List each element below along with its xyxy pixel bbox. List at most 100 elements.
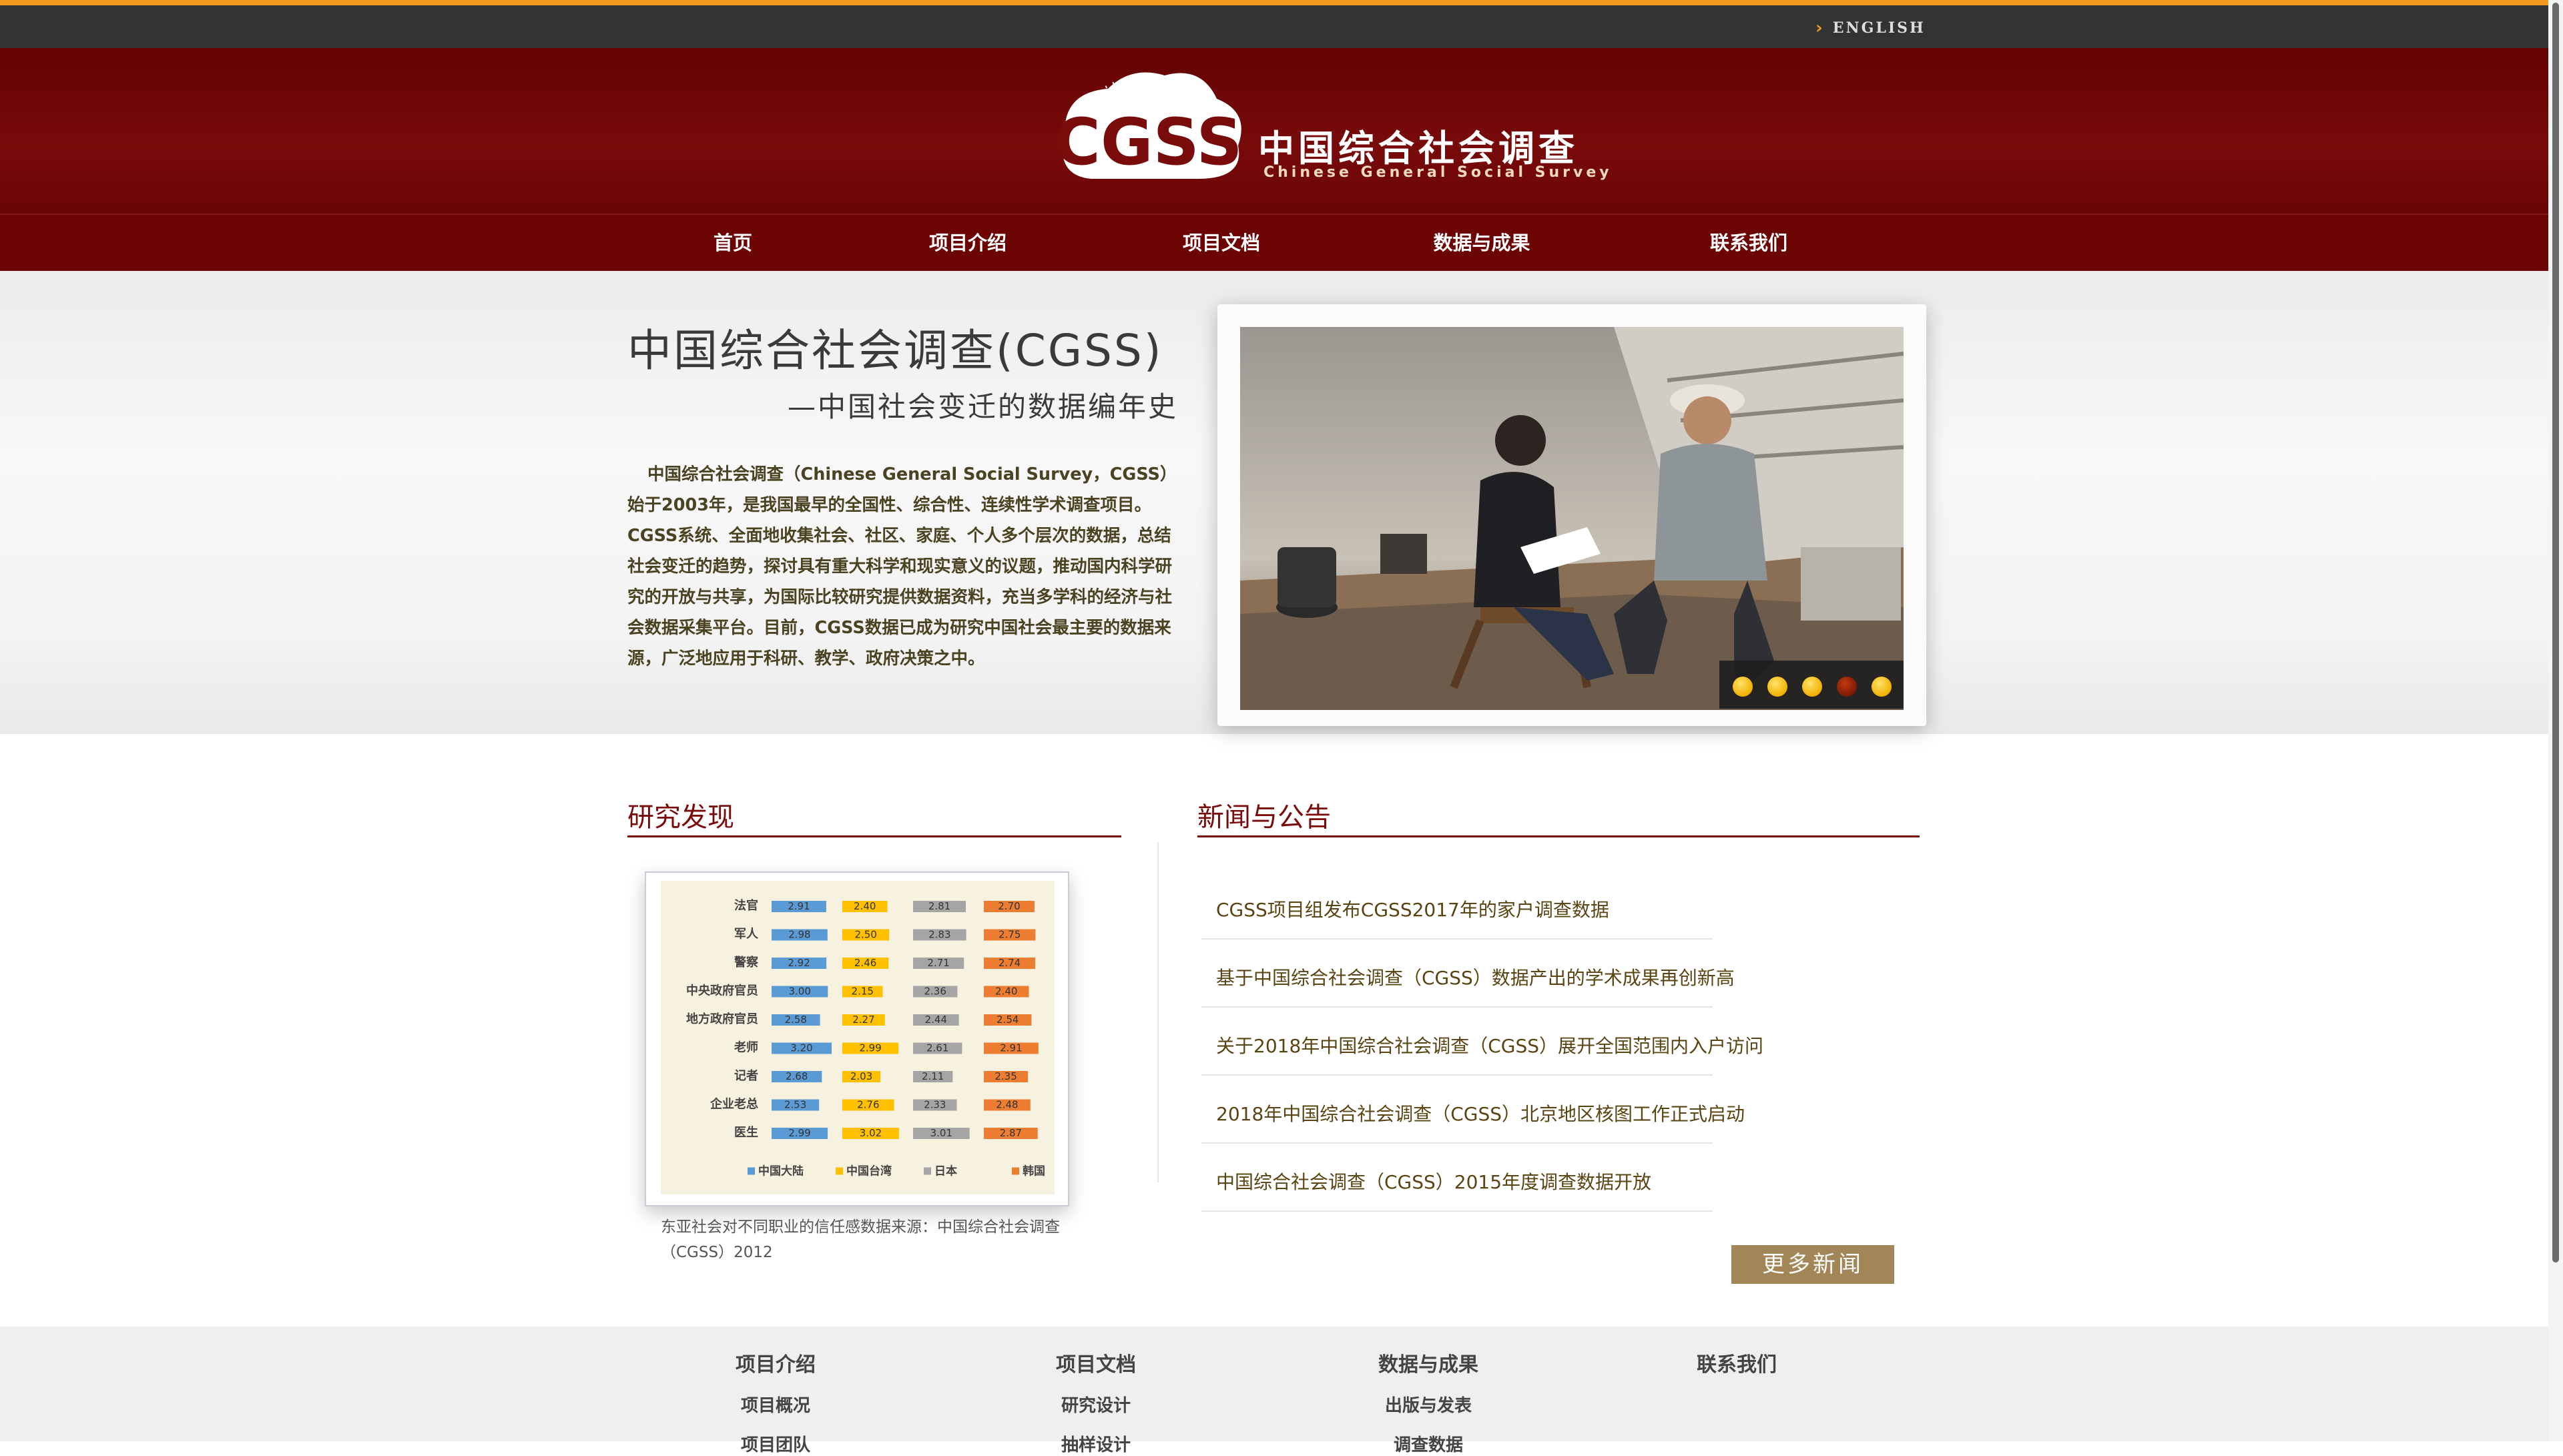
news-item-title[interactable]: 基于中国综合社会调查（CGSS）数据产出的学术成果再创新高: [1216, 964, 1735, 990]
chart-data-label: 2.71: [927, 957, 949, 969]
top-bar: [0, 5, 2563, 48]
slider-dot-4[interactable]: [1837, 677, 1857, 697]
chart-data-label: 3.00: [788, 986, 810, 998]
nav-about[interactable]: 项目介绍: [914, 215, 1021, 271]
footer-col-data: 数据与成果 出版与发表 调查数据: [1355, 1327, 1502, 1456]
chart-data-label: 2.87: [1000, 1127, 1022, 1139]
news-item-title[interactable]: 2018年中国综合社会调查（CGSS）北京地区核图工作正式启动: [1216, 1100, 1745, 1126]
nav-home[interactable]: 首页: [699, 215, 766, 271]
research-title-rule: [627, 835, 1121, 837]
news-item[interactable]: 中国综合社会调查（CGSS）2015年度调查数据开放: [1201, 1145, 1713, 1212]
nav-data-results[interactable]: 数据与成果: [1422, 215, 1542, 271]
nav-documents[interactable]: 项目文档: [1168, 215, 1275, 271]
chart-category-label: 老师: [734, 1040, 758, 1055]
scrollbar-thumb[interactable]: [2552, 3, 2559, 1262]
nav-contact[interactable]: 联系我们: [1695, 215, 1802, 271]
footer-heading[interactable]: 联系我们: [1663, 1348, 1810, 1377]
footer-link[interactable]: 项目团队: [702, 1431, 849, 1456]
hero-subtitle: —中国社会变迁的数据编年史: [788, 390, 1179, 423]
chart-data-label: 2.54: [996, 1014, 1019, 1026]
chart-data-label: 2.40: [995, 986, 1017, 998]
english-link[interactable]: › ENGLISH: [1815, 15, 1926, 41]
slider-dot-3[interactable]: [1802, 677, 1822, 697]
footer-link[interactable]: 研究设计: [1023, 1392, 1169, 1417]
logo-english-name: Chinese General Social Survey: [1263, 164, 1613, 181]
hero-description: 中国综合社会调查（Chinese General Social Survey，C…: [627, 464, 1177, 669]
news-item-title[interactable]: CGSS项目组发布CGSS2017年的家户调查数据: [1216, 895, 1609, 922]
chart-data-label: 2.98: [788, 929, 810, 941]
news-title: 新闻与公告: [1197, 802, 1331, 833]
hero-section: 中国综合社会调查(CGSS) —中国社会变迁的数据编年史 中国综合社会调查（Ch…: [0, 271, 2563, 734]
top-accent-line: [0, 0, 2563, 5]
footer-heading[interactable]: 项目介绍: [702, 1348, 849, 1377]
chart-data-label: 2.91: [788, 900, 810, 912]
hero-title: 中国综合社会调查(CGSS): [627, 325, 1163, 376]
footer-link[interactable]: 调查数据: [1355, 1431, 1502, 1456]
site-header: CGSS 中国综合社会调查 Chinese General Social Sur…: [0, 48, 2563, 214]
slider-dot-1[interactable]: [1733, 677, 1753, 697]
chart-legend-label: 日本: [934, 1164, 957, 1178]
chart-data-label: 2.99: [788, 1127, 810, 1139]
chart-data-label: 2.61: [926, 1042, 948, 1054]
chart-data-label: 3.01: [930, 1127, 952, 1139]
site-footer: 项目介绍 项目概况 项目团队 项目文档 研究设计 抽样设计 数据与成果 出版与发…: [0, 1327, 2563, 1455]
cgss-logo-mark-icon: CGSS: [1053, 72, 1243, 179]
news-item[interactable]: 基于中国综合社会调查（CGSS）数据产出的学术成果再创新高: [1201, 941, 1735, 1008]
chart-data-label: 2.40: [854, 900, 876, 912]
footer-link[interactable]: 抽样设计: [1023, 1431, 1169, 1456]
chart-data-label: 2.15: [852, 986, 874, 998]
chart-data-label: 2.70: [998, 900, 1020, 912]
chart-data-label: 2.92: [788, 957, 810, 969]
chart-legend-swatch: [1012, 1167, 1019, 1175]
more-news-button[interactable]: 更多新闻: [1731, 1245, 1894, 1284]
chart-data-label: 2.48: [996, 1099, 1018, 1111]
news-item-title[interactable]: 关于2018年中国综合社会调查（CGSS）展开全国范围内入户访问: [1216, 1032, 1763, 1058]
research-title: 研究发现: [627, 802, 734, 833]
footer-link[interactable]: 出版与发表: [1355, 1392, 1502, 1417]
slider-dot-5[interactable]: [1872, 677, 1892, 697]
logo-text: CGSS: [1053, 105, 1242, 179]
chart-category-label: 地方政府官员: [686, 1012, 758, 1026]
news-item[interactable]: 2018年中国综合社会调查（CGSS）北京地区核图工作正式启动: [1201, 1077, 1745, 1144]
site-logo[interactable]: CGSS 中国综合社会调查 Chinese General Social Sur…: [1038, 52, 1609, 206]
chart-data-label: 2.33: [924, 1099, 946, 1111]
section-divider: [1157, 842, 1159, 1182]
footer-col-about: 项目介绍 项目概况 项目团队: [702, 1327, 849, 1456]
chart-data-label: 2.99: [859, 1042, 881, 1054]
research-chart-card[interactable]: 法官 2.91 2.40 2.81 2.70 军人 2.98 2.50 2.83 2.75 警察 2.…: [645, 871, 1069, 1206]
chart-data-label: 2.68: [786, 1070, 808, 1082]
news-item-title[interactable]: 中国综合社会调查（CGSS）2015年度调查数据开放: [1216, 1168, 1651, 1194]
chart-category-label: 医生: [734, 1125, 758, 1140]
chart-legend-label: 中国大陆: [758, 1164, 804, 1178]
news-title-rule: [1197, 835, 1920, 837]
chart-legend-swatch: [924, 1167, 931, 1175]
footer-link[interactable]: 项目概况: [702, 1392, 849, 1417]
chart-data-label: 2.03: [850, 1070, 872, 1082]
chart-data-label: 3.20: [790, 1042, 812, 1054]
english-link-label: ENGLISH: [1832, 19, 1926, 37]
chart-data-label: 2.36: [924, 986, 946, 998]
chart-data-label: 2.76: [857, 1099, 879, 1111]
chart-data-label: 3.02: [860, 1127, 882, 1139]
main-nav: 首页 项目介绍 项目文档 数据与成果 联系我们: [0, 214, 2563, 271]
footer-heading[interactable]: 项目文档: [1023, 1348, 1169, 1377]
chart-data-label: 2.11: [922, 1070, 944, 1082]
chart-data-label: 2.91: [1000, 1042, 1022, 1054]
chart-data-label: 2.35: [994, 1070, 1017, 1082]
footer-col-documents: 项目文档 研究设计 抽样设计: [1023, 1327, 1169, 1456]
chart-legend-label: 韩国: [1023, 1164, 1045, 1178]
footer-heading[interactable]: 数据与成果: [1355, 1348, 1502, 1377]
slider-dots: [1719, 661, 1904, 709]
slider-dot-2[interactable]: [1767, 677, 1787, 697]
chart-legend-label: 中国台湾: [846, 1164, 892, 1178]
slider-photo[interactable]: [1240, 327, 1904, 710]
footer-col-contact: 联系我们: [1663, 1327, 1810, 1377]
news-item[interactable]: 关于2018年中国综合社会调查（CGSS）展开全国范围内入户访问: [1201, 1009, 1763, 1076]
chart-category-label: 中央政府官员: [686, 984, 758, 998]
chart-data-label: 2.83: [928, 929, 950, 941]
news-item[interactable]: CGSS项目组发布CGSS2017年的家户调查数据: [1201, 873, 1713, 940]
chart-data-label: 2.50: [854, 929, 876, 941]
chevron-right-icon: ›: [1815, 18, 1825, 38]
chart-panel: 法官 2.91 2.40 2.81 2.70 军人 2.98 2.50 2.83 2.75 警察 2.…: [661, 881, 1055, 1194]
chart-category-label: 法官: [734, 898, 758, 913]
